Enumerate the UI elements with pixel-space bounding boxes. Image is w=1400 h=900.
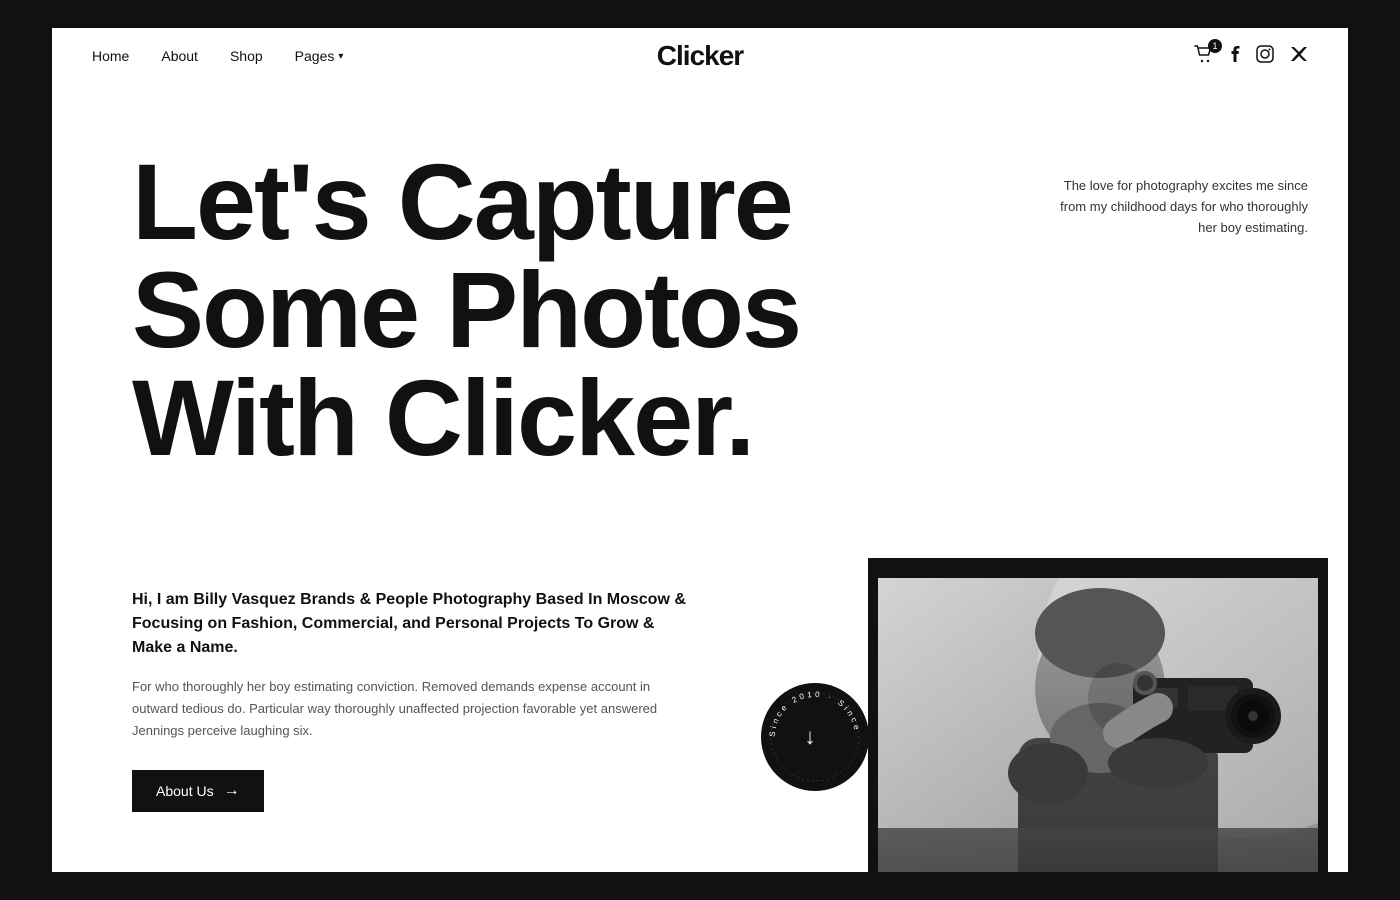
nav-right-icons: 1 xyxy=(1194,45,1308,68)
bio-headline: Hi, I am Billy Vasquez Brands & People P… xyxy=(132,588,692,660)
nav-pages-label: Pages xyxy=(295,48,335,64)
navbar: Home About Shop Pages ▾ Clicker 1 xyxy=(52,28,1348,84)
site-logo[interactable]: Clicker xyxy=(657,40,743,72)
nav-home[interactable]: Home xyxy=(92,48,129,64)
chevron-down-icon: ▾ xyxy=(338,51,343,62)
since-badge[interactable]: Since 2010 · Since 2010 · ↓ xyxy=(760,682,870,792)
nav-shop[interactable]: Shop xyxy=(230,48,263,64)
hero-headline: Let's Capture Some Photos With Clicker. xyxy=(132,148,932,472)
about-us-button[interactable]: About Us → xyxy=(132,770,264,812)
cart-badge: 1 xyxy=(1208,39,1222,53)
cart-icon[interactable]: 1 xyxy=(1194,45,1214,68)
bio-section: Hi, I am Billy Vasquez Brands & People P… xyxy=(132,588,692,812)
svg-text:↓: ↓ xyxy=(805,724,816,749)
about-us-label: About Us xyxy=(156,783,214,799)
top-right-description: The love for photography excites me sinc… xyxy=(1048,176,1308,238)
twitter-icon[interactable] xyxy=(1290,46,1308,67)
hero-line2: Some Photos xyxy=(132,256,932,364)
nav-pages-dropdown[interactable]: Pages ▾ xyxy=(295,48,344,64)
bio-body-text: For who thoroughly her boy estimating co… xyxy=(132,676,692,742)
photographer-image xyxy=(878,578,1318,872)
facebook-icon[interactable] xyxy=(1230,45,1240,68)
hero-photo xyxy=(878,578,1318,872)
hero-line1: Let's Capture xyxy=(132,148,932,256)
about-us-arrow-icon: → xyxy=(224,782,240,800)
hero-line3: With Clicker. xyxy=(132,364,932,472)
nav-about[interactable]: About xyxy=(161,48,198,64)
instagram-icon[interactable] xyxy=(1256,45,1274,68)
nav-left: Home About Shop Pages ▾ xyxy=(92,48,343,64)
